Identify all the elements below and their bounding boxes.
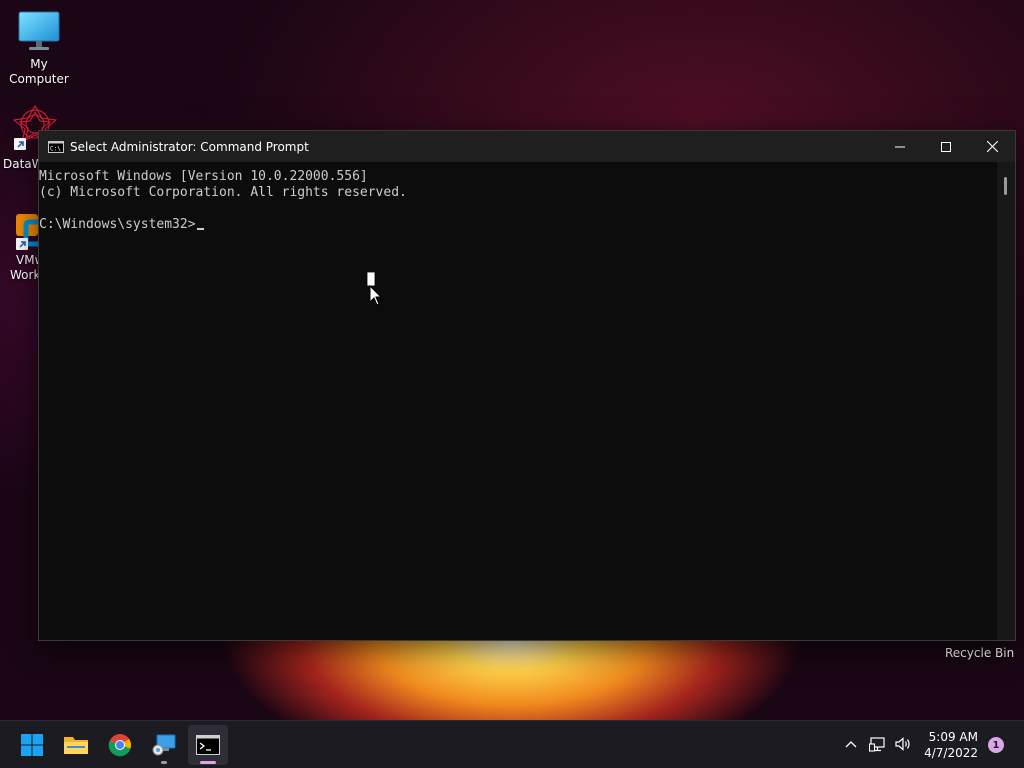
console-prompt-line: C:\Windows\system32> (39, 217, 997, 233)
taskbar-command-prompt[interactable] (188, 725, 228, 765)
clock-time: 5:09 AM (928, 730, 978, 744)
shortcut-arrow-icon (16, 238, 28, 250)
folder-icon (64, 737, 88, 754)
notification-badge[interactable]: 1 (988, 737, 1004, 753)
console-prompt: C:\Windows\system32> (39, 217, 196, 232)
network-computer-icon (152, 734, 176, 756)
chevron-up-icon (845, 741, 857, 748)
console-line: (c) Microsoft Corporation. All rights re… (39, 185, 407, 200)
title-bar[interactable]: C:\ Select Administrator: Command Prompt (39, 131, 1015, 162)
taskbar: 5:09 AM 4/7/2022 1 (0, 720, 1024, 768)
show-hidden-icons-button[interactable] (840, 733, 862, 755)
start-button[interactable] (12, 725, 52, 765)
command-prompt-window[interactable]: C:\ Select Administrator: Command Prompt… (38, 130, 1016, 641)
cmd-icon: C:\ (48, 140, 64, 153)
cmd-icon (196, 735, 220, 755)
scrollbar-thumb[interactable] (1004, 177, 1007, 195)
windows-logo-icon (21, 734, 43, 756)
window-title: Select Administrator: Command Prompt (70, 139, 309, 154)
chrome-icon (108, 734, 131, 757)
maximize-button[interactable] (923, 131, 969, 162)
desktop-icon-label: My Computer (9, 57, 69, 86)
taskbar-network-app[interactable] (144, 725, 184, 765)
console-output[interactable]: Microsoft Windows [Version 10.0.22000.55… (39, 162, 997, 640)
volume-button[interactable] (892, 733, 914, 755)
desktop-icon-my-computer[interactable]: My Computer (1, 10, 77, 87)
network-status-button[interactable] (867, 733, 889, 755)
close-button[interactable] (969, 131, 1015, 162)
text-cursor (196, 228, 204, 230)
speaker-icon (895, 737, 910, 751)
active-indicator (200, 761, 216, 764)
console-line: Microsoft Windows [Version 10.0.22000.55… (39, 169, 368, 184)
minimize-icon (895, 146, 905, 147)
taskbar-chrome[interactable] (100, 725, 140, 765)
mouse-pointer-icon (366, 271, 384, 310)
clock-date: 4/7/2022 (924, 746, 978, 760)
network-icon (869, 737, 885, 752)
vertical-scrollbar[interactable] (997, 162, 1015, 640)
shortcut-arrow-icon (14, 138, 26, 150)
taskbar-clock[interactable]: 5:09 AM 4/7/2022 (924, 729, 978, 761)
svg-text:C:\: C:\ (50, 145, 61, 152)
taskbar-file-explorer[interactable] (56, 725, 96, 765)
close-icon (986, 141, 998, 152)
recycle-bin-label[interactable]: Recycle Bin (945, 646, 1014, 660)
maximize-icon (941, 141, 951, 152)
minimize-button[interactable] (877, 131, 923, 162)
monitor-icon (18, 11, 60, 50)
running-indicator (161, 761, 167, 764)
